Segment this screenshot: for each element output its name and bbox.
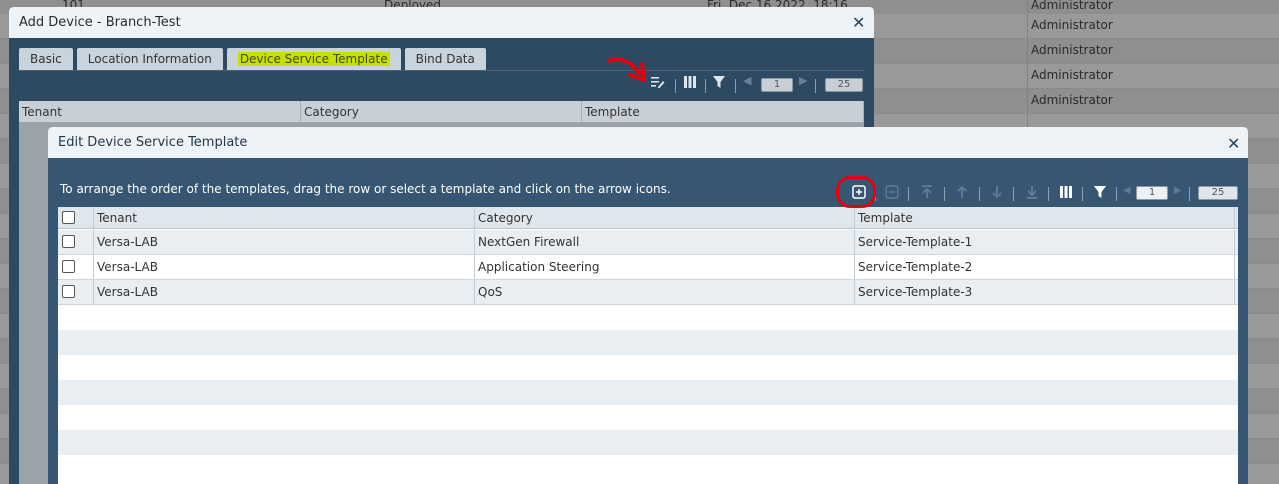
page-size-select[interactable]: 25 xyxy=(1198,186,1238,200)
row-checkbox[interactable] xyxy=(62,260,75,273)
move-top-icon[interactable] xyxy=(920,185,934,203)
bg-cell-role: Administrator xyxy=(1031,68,1113,82)
cell-template: Service-Template-3 xyxy=(855,280,1235,304)
edit-template-header: Edit Device Service Template xyxy=(48,127,1248,158)
table-row[interactable]: Versa-LAB QoS Service-Template-3 xyxy=(58,280,1238,305)
cell-category: NextGen Firewall xyxy=(475,230,855,254)
tab-bind-data[interactable]: Bind Data xyxy=(404,48,486,70)
empty-row xyxy=(58,430,1238,455)
edit-template-title: Edit Device Service Template xyxy=(58,135,248,150)
empty-row xyxy=(58,405,1238,430)
annotation-circle xyxy=(836,176,876,208)
prev-page-icon[interactable]: ◀ xyxy=(1123,185,1131,196)
row-select-cell xyxy=(58,230,94,254)
prev-page-icon[interactable]: ◀ xyxy=(743,74,751,87)
empty-row xyxy=(58,380,1238,405)
page-size-select[interactable]: 25 xyxy=(825,78,863,92)
column-tenant[interactable]: Tenant xyxy=(94,207,475,228)
table-row[interactable]: Versa-LAB Application Steering Service-T… xyxy=(58,255,1238,280)
tab-basic[interactable]: Basic xyxy=(19,48,73,70)
tab-location-information[interactable]: Location Information xyxy=(76,48,223,70)
row-checkbox[interactable] xyxy=(62,285,75,298)
select-all-cell xyxy=(58,207,94,228)
service-template-grid: Tenant Category Template Versa-LAB NextG… xyxy=(58,207,1238,484)
bg-cell-role: Administrator xyxy=(1031,18,1113,32)
cell-tenant: Versa-LAB xyxy=(94,230,475,254)
close-icon[interactable]: ✕ xyxy=(1227,134,1240,153)
tab-bar: Basic Location Information Device Servic… xyxy=(19,48,490,70)
page-number-input[interactable]: 1 xyxy=(1136,186,1168,200)
bg-cell-role: Administrator xyxy=(1031,0,1113,12)
column-template[interactable]: Template xyxy=(582,101,864,123)
tab-label: Bind Data xyxy=(415,52,475,66)
empty-row xyxy=(58,455,1238,480)
row-checkbox[interactable] xyxy=(62,235,75,248)
column-category[interactable]: Category xyxy=(475,207,855,228)
columns-icon[interactable] xyxy=(684,76,696,92)
cell-tenant: Versa-LAB xyxy=(94,255,475,279)
add-device-header: Add Device - Branch-Test xyxy=(9,7,874,38)
empty-row xyxy=(58,330,1238,355)
close-icon[interactable]: ✕ xyxy=(852,13,865,32)
page-number-input[interactable]: 1 xyxy=(761,78,793,92)
select-all-checkbox[interactable] xyxy=(62,211,75,224)
row-select-cell xyxy=(58,255,94,279)
cell-category: Application Steering xyxy=(475,255,855,279)
filter-icon[interactable] xyxy=(713,76,725,92)
move-up-icon[interactable] xyxy=(956,185,968,203)
edit-service-template-dialog: Edit Device Service Template ✕ To arrang… xyxy=(48,127,1248,484)
row-select-cell xyxy=(58,280,94,304)
bg-cell-role: Administrator xyxy=(1031,43,1113,57)
add-device-toolbar: ◀ 1 ▶ 25 xyxy=(19,70,864,100)
columns-icon[interactable] xyxy=(1060,186,1072,202)
grid-header: Tenant Category Template xyxy=(58,207,1238,229)
bg-cell-role: Administrator xyxy=(1031,93,1113,107)
column-category[interactable]: Category xyxy=(301,101,582,123)
arrange-instruction: To arrange the order of the templates, d… xyxy=(60,182,671,196)
cell-template: Service-Template-1 xyxy=(855,230,1235,254)
tab-label: Basic xyxy=(30,52,62,66)
column-template[interactable]: Template xyxy=(855,207,1235,228)
move-down-icon[interactable] xyxy=(991,185,1003,203)
move-bottom-icon[interactable] xyxy=(1025,185,1039,203)
empty-row xyxy=(58,355,1238,380)
remove-icon[interactable] xyxy=(885,185,899,203)
column-tenant[interactable]: Tenant xyxy=(19,101,301,123)
filter-icon[interactable] xyxy=(1094,186,1106,202)
empty-row xyxy=(58,305,1238,330)
tab-device-service-template[interactable]: Device Service Template xyxy=(226,48,401,70)
next-page-icon[interactable]: ▶ xyxy=(799,74,807,87)
table-header: Tenant Category Template xyxy=(19,101,864,123)
cell-template: Service-Template-2 xyxy=(855,255,1235,279)
table-row[interactable]: Versa-LAB NextGen Firewall Service-Templ… xyxy=(58,230,1238,255)
tab-label: Location Information xyxy=(87,52,212,66)
annotation-arrow-icon xyxy=(607,57,646,82)
cell-tenant: Versa-LAB xyxy=(94,280,475,304)
cell-category: QoS xyxy=(475,280,855,304)
next-page-icon[interactable]: ▶ xyxy=(1174,185,1182,196)
tab-label: Device Service Template xyxy=(237,52,390,66)
add-device-title: Add Device - Branch-Test xyxy=(19,15,181,30)
